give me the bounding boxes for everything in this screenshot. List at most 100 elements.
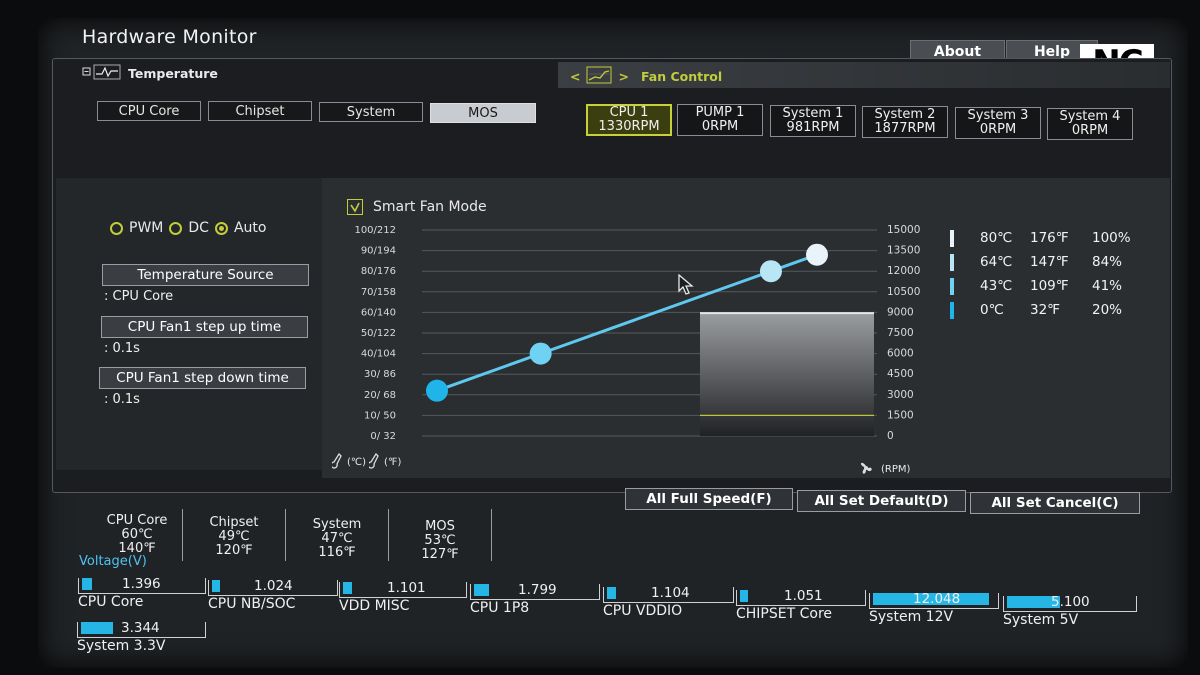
right-tick-label: 12000 [887,265,920,277]
fan-nav-left-icon[interactable]: < [570,69,580,84]
temp-readout-system: System 47℃ 116℉ [286,518,388,560]
temp-name: System [312,517,362,532]
step-up-time-value: : 0.1s [104,341,140,356]
voltage-bar-fill [343,582,352,594]
all-full-speed-button[interactable]: All Full Speed(F) [625,488,793,510]
radio-circle-icon [110,221,123,235]
voltage-name: System 3.3V [77,638,166,654]
fan-rpm: 0RPM [701,119,739,134]
legend-percent: 20% [1092,302,1123,318]
voltage-item-cpu-1p8: 1.799 CPU 1P8 [470,582,600,616]
left-tick-label: 50/122 [361,328,396,339]
voltage-name: System 5V [1003,612,1079,628]
voltage-value: 1.024 [254,578,293,594]
temp-readout-mos: MOS 53℃ 127℉ [389,520,491,562]
fan-nav-right-icon[interactable]: > [618,69,628,84]
voltage-name: CPU NB/SOC [208,596,296,612]
right-tick-label: 4500 [887,368,914,380]
voltage-bar-fill [81,622,113,634]
tab-mos[interactable]: MOS [430,103,536,123]
divider [491,509,492,561]
voltage-name: System 12V [869,609,954,625]
window-title: Hardware Monitor [82,26,257,48]
legend-fahrenheit: 176℉ [1030,230,1069,246]
fan-button-system3[interactable]: System 3 0RPM [955,107,1041,139]
left-tick-label: 60/140 [361,307,396,318]
voltage-bar-fill [82,578,93,590]
voltage-item-system-5v: 5.100 System 5V [1003,594,1137,628]
voltage-value: 1.101 [387,580,426,596]
voltage-name: VDD MISC [339,598,410,614]
tab-cpu-core[interactable]: CPU Core [97,101,201,121]
legend-color-swatch [950,253,954,271]
fan-curve-chart[interactable]: 100/212 90/194 80/176 70/158 60/140 50/122 40/… [322,178,1170,478]
legend-percent: 41% [1092,278,1123,294]
all-set-default-button[interactable]: All Set Default(D) [797,490,966,512]
step-down-time-button[interactable]: CPU Fan1 step down time [99,367,306,389]
legend-celsius: 64℃ [980,254,1013,270]
voltage-item-vdd-misc: 1.101 VDD MISC [339,580,467,614]
voltage-value: 1.396 [122,576,161,592]
voltage-item-system-3v3: 3.344 System 3.3V [77,620,206,654]
right-tick-label: 3000 [887,389,914,401]
voltage-value: 1.051 [784,588,823,604]
temp-name: MOS [425,519,455,534]
rpm-history-area [700,313,874,436]
fan-mode-radio-group: PWM DC Auto [110,220,272,236]
legend-row: 0℃ 32℉ 20% [950,298,1150,322]
temp-readout-chipset: Chipset 49℃ 120℉ [183,516,285,558]
fan-button-system4[interactable]: System 4 0RPM [1047,108,1133,140]
fan-graph-icon [586,66,612,87]
left-tick-label: 40/104 [361,349,396,360]
fan-rpm: 0RPM [1071,123,1109,138]
fan-curve-point[interactable] [426,379,448,402]
right-axis-units: (RPM) [856,460,910,479]
legend-color-swatch [950,277,954,295]
tab-chipset[interactable]: Chipset [208,101,312,121]
fan-curve-point[interactable] [806,243,828,266]
radio-dc[interactable]: DC [169,220,209,236]
radio-circle-icon [169,221,183,235]
left-tick-label: 10/ 50 [364,410,396,421]
all-set-cancel-button[interactable]: All Set Cancel(C) [970,492,1140,514]
fan-rpm: 1877RPM [874,121,936,136]
fan-rpm: 0RPM [979,122,1017,137]
temp-name: Chipset [209,515,259,530]
voltage-value: 1.799 [518,582,557,598]
legend-celsius: 0℃ [980,302,1004,318]
radio-auto[interactable]: Auto [214,220,267,236]
tab-system[interactable]: System [319,102,423,122]
temperature-graph-icon [82,64,122,83]
legend-fahrenheit: 32℉ [1030,302,1061,318]
fan-name: PUMP 1 [695,105,745,120]
legend-row: 80℃ 176℉ 100% [950,226,1150,250]
voltage-bar-fill [212,580,220,592]
left-tick-label: 80/176 [361,266,396,277]
temp-readout-cpu-core: CPU Core 60℃ 140℉ [92,514,182,556]
radio-label: Auto [233,220,267,236]
right-tick-label: 7500 [887,327,914,339]
fan-control-heading: Fan Control [640,69,723,84]
legend-fahrenheit: 147℉ [1030,254,1069,270]
fan-curve-point[interactable] [529,342,552,365]
voltage-item-cpu-nb-soc: 1.024 CPU NB/SOC [208,578,338,612]
right-tick-label: 10500 [887,286,920,298]
voltage-value: 1.104 [651,585,690,601]
temperature-source-button[interactable]: Temperature Source [102,264,309,286]
fan-button-cpu1[interactable]: CPU 1 1330RPM [586,104,672,136]
fahrenheit-unit: (℉) [384,457,402,468]
fan-rpm: 981RPM [786,120,840,135]
legend-celsius: 43℃ [980,278,1013,294]
fan-button-system1[interactable]: System 1 981RPM [770,105,856,137]
fan-button-system2[interactable]: System 2 1877RPM [862,106,948,138]
voltage-item-chipset-core: 1.051 CHIPSET Core [736,588,866,622]
step-up-time-button[interactable]: CPU Fan1 step up time [101,316,308,338]
voltage-name: CPU 1P8 [470,600,530,616]
fan-name: System 2 [874,107,936,122]
fan-curve-point[interactable] [759,260,782,283]
right-tick-label: 1500 [887,409,914,421]
fan-button-pump1[interactable]: PUMP 1 0RPM [677,104,763,136]
radio-pwm[interactable]: PWM [110,220,163,236]
temp-celsius: 49℃ [218,529,250,544]
legend-percent: 84% [1092,254,1123,270]
